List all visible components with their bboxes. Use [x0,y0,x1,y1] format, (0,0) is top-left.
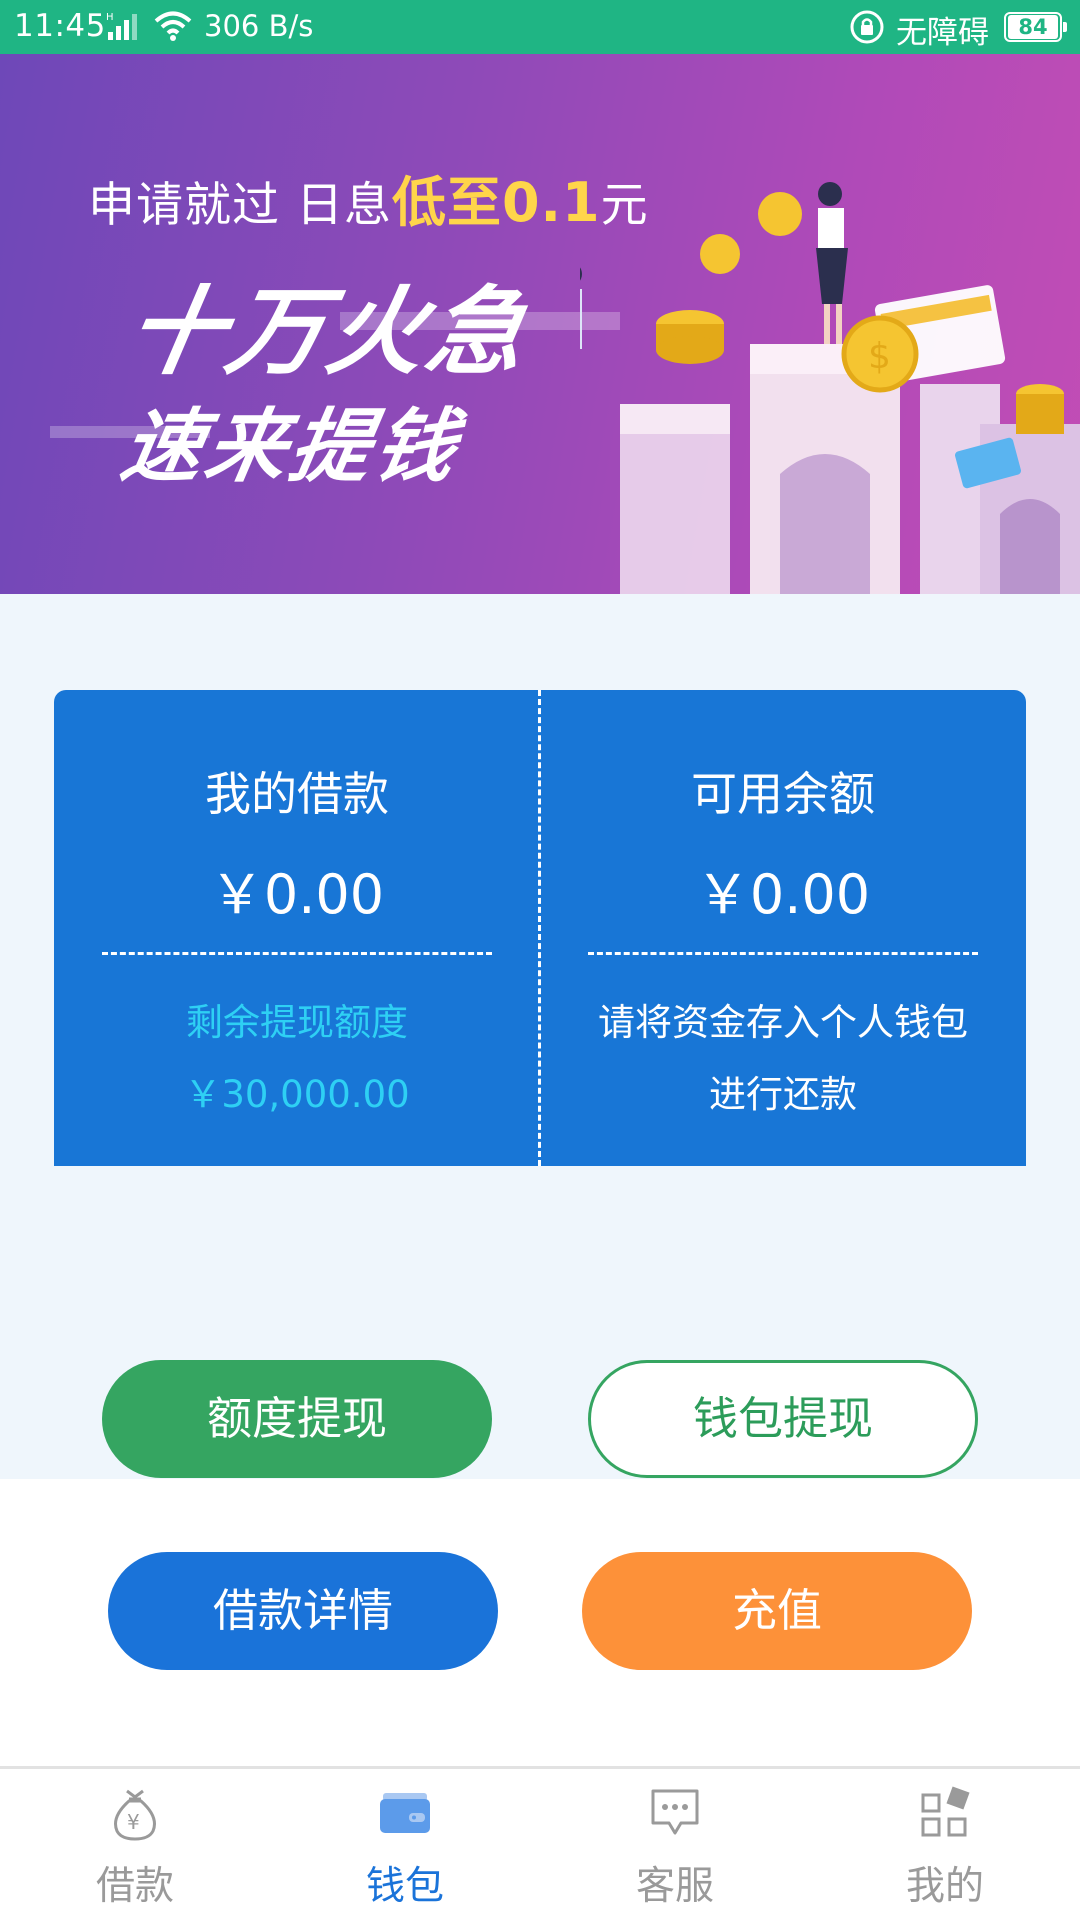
svg-text:$: $ [868,336,891,377]
nav-item-customer-service[interactable]: 客服 [540,1769,810,1920]
remaining-quota-label: 剩余提现额度 [186,1001,408,1044]
finance-illustration-icon: $ [580,182,1080,594]
battery-level: 84 [1008,15,1058,39]
nav-item-wallet[interactable]: 钱包 [270,1769,540,1920]
my-loan-panel: 我的借款 ￥0.00 剩余提现额度 ￥30,000.00 [54,690,540,1166]
banner-headline-highlight: 低至0.1 [391,171,601,234]
quota-withdraw-button[interactable]: 额度提现 [102,1360,492,1478]
loan-detail-button[interactable]: 借款详情 [108,1552,498,1670]
repayment-note-line2: 进行还款 [709,1073,857,1116]
accessibility-label: 无障碍 [896,15,989,51]
recharge-button[interactable]: 充值 [582,1552,972,1670]
repayment-note-line1: 请将资金存入个人钱包 [598,1001,968,1044]
divider [588,952,978,955]
grid-apps-icon [921,1786,970,1837]
status-bar: 11:45 H 306 B/s 无障碍 84 [0,0,1080,54]
status-time: 11:45 [14,8,106,44]
banner-slogan-line2: 速来提钱 [114,400,468,493]
wallet-withdraw-button[interactable]: 钱包提现 [588,1360,978,1478]
divider [102,952,492,955]
my-loan-title: 我的借款 [205,767,389,821]
wifi-icon [154,11,192,41]
bottom-navigation: ¥ 借款 钱包 客服 我的 [0,1766,1080,1920]
svg-text:¥: ¥ [127,1810,140,1834]
banner-headline-prefix: 申请就过 日息 [88,178,392,233]
available-balance-panel: 可用余额 ￥0.00 请将资金存入个人钱包 进行还款 [540,690,1026,1166]
nav-label-customer-service: 客服 [635,1864,714,1909]
banner-slogan-line1: 十万火急 [118,276,539,388]
nav-label-loan: 借款 [95,1864,174,1909]
available-balance-amount: ￥0.00 [695,863,871,926]
battery-icon: 84 [1004,12,1067,42]
nav-label-mine: 我的 [905,1864,984,1909]
remaining-quota-amount: ￥30,000.00 [184,1073,410,1116]
chat-bubble-icon [651,1789,699,1835]
nav-label-wallet: 钱包 [365,1864,444,1909]
lock-icon [850,10,884,44]
money-bag-icon: ¥ [114,1789,156,1841]
svg-text:H: H [106,12,114,23]
signal-icon: H [106,12,137,40]
available-balance-title: 可用余额 [691,767,875,821]
my-loan-amount: ￥0.00 [209,863,385,926]
nav-item-loan[interactable]: ¥ 借款 [0,1769,270,1920]
network-speed: 306 B/s [204,9,314,43]
account-summary-card: 我的借款 ￥0.00 剩余提现额度 ￥30,000.00 可用余额 ￥0.00 … [54,690,1026,1166]
banner-headline: 申请就过 日息低至0.1元 [88,158,649,237]
nav-item-mine[interactable]: 我的 [810,1769,1080,1920]
wallet-icon [380,1793,430,1833]
promo-banner[interactable]: 申请就过 日息低至0.1元 十万火急 速来提钱 $ [0,54,1080,594]
